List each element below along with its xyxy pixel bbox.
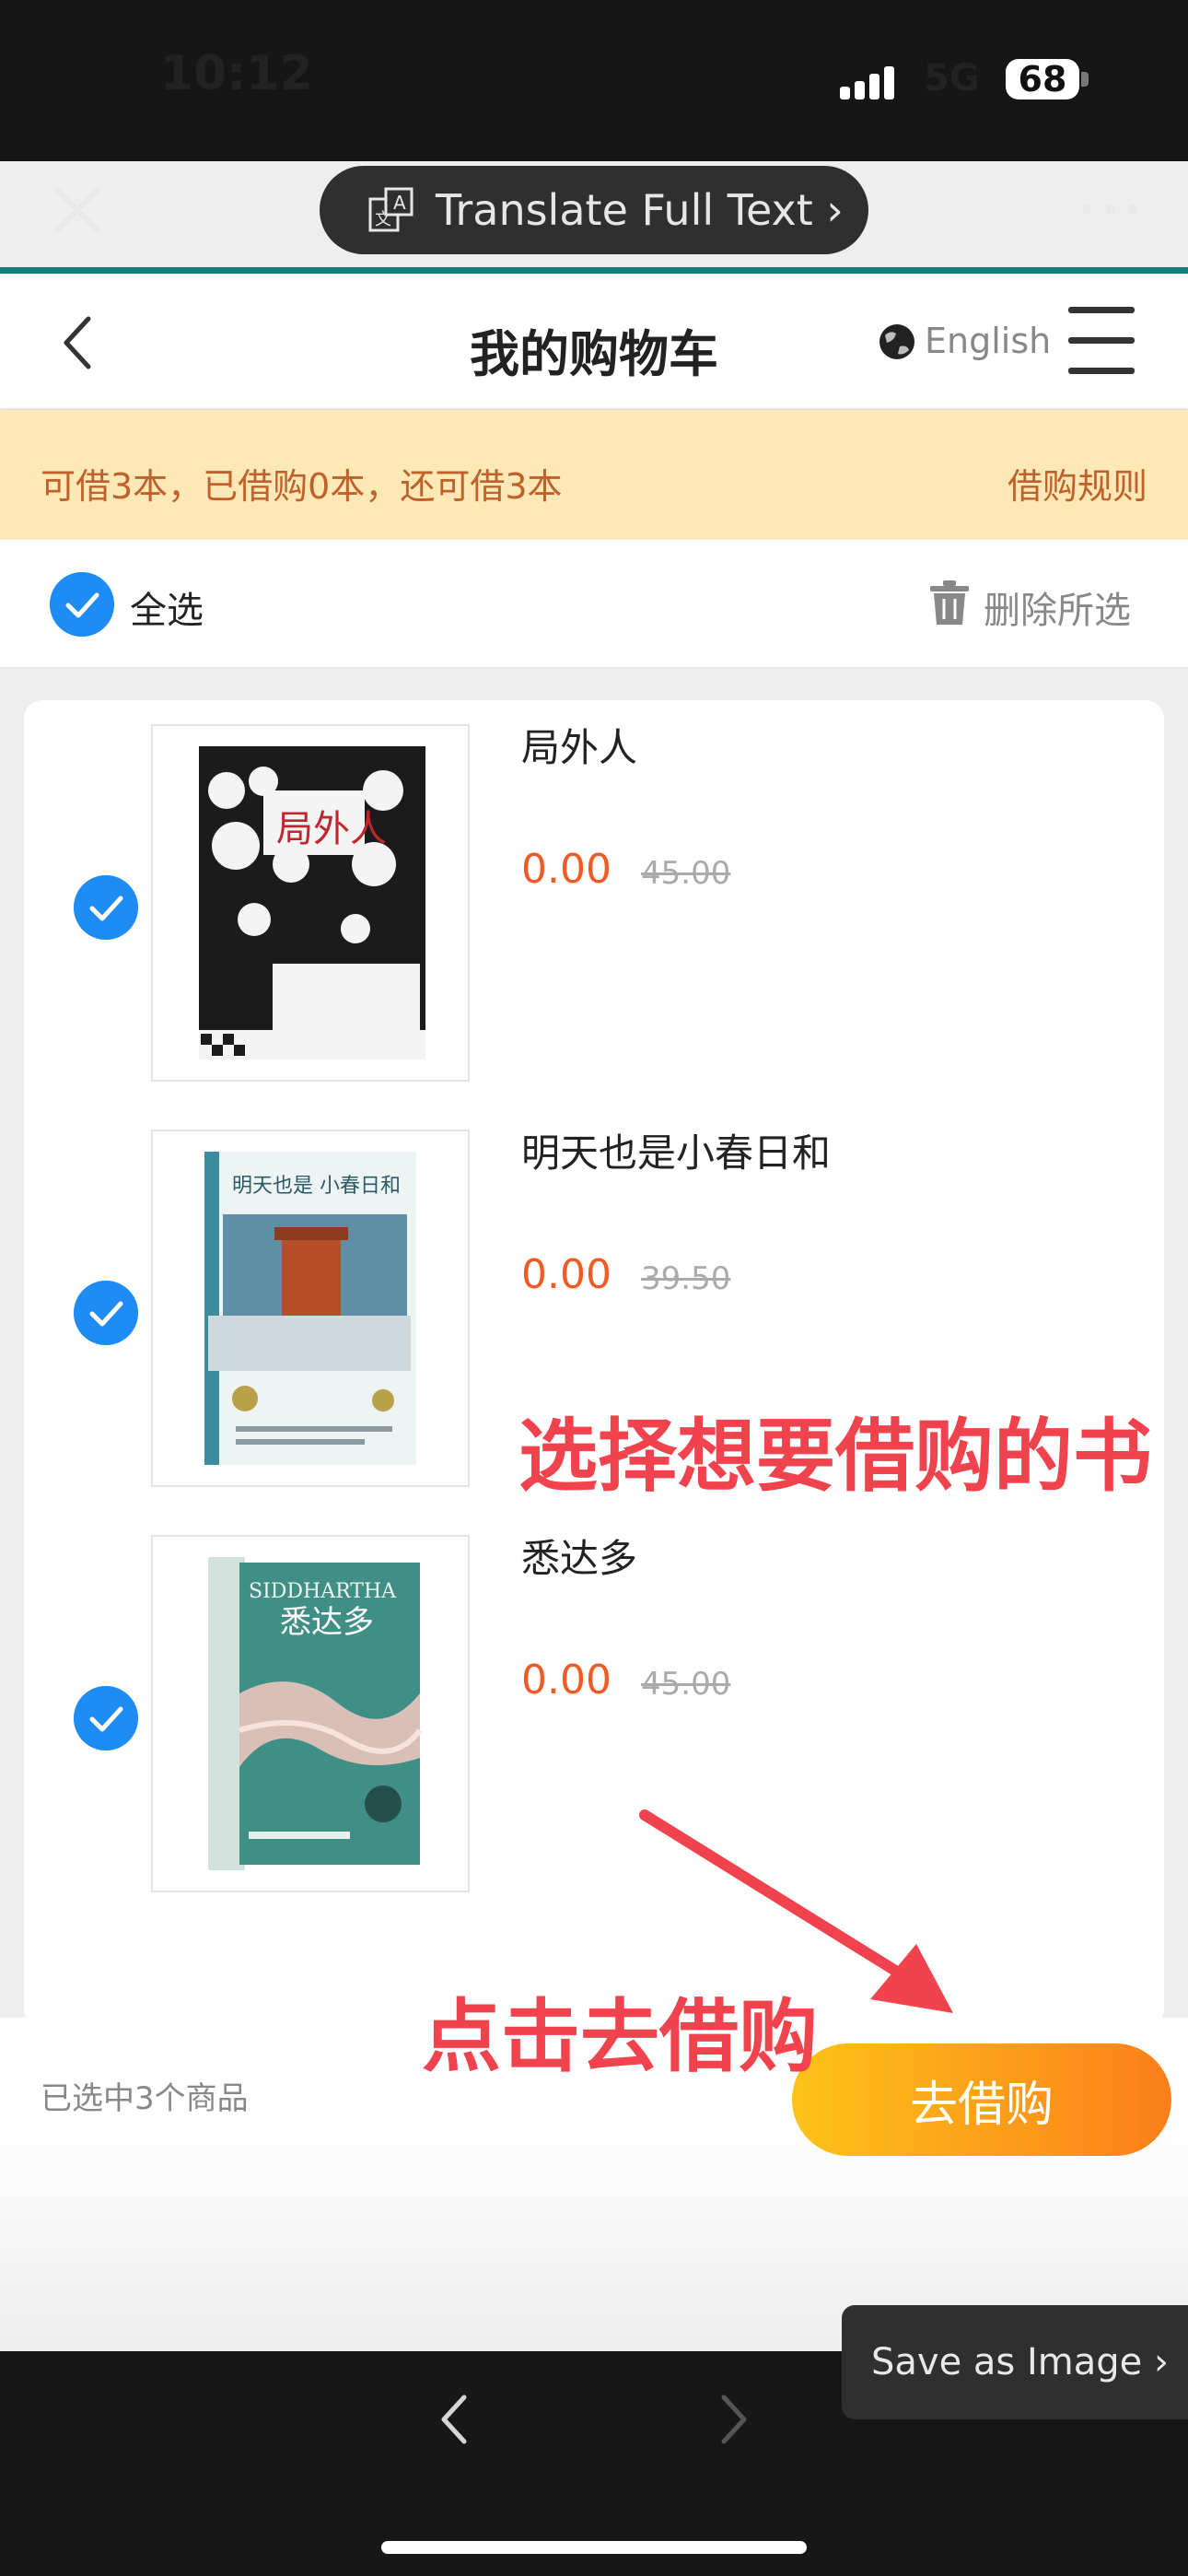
battery-tip bbox=[1081, 72, 1089, 87]
select-all-checkbox[interactable] bbox=[50, 572, 114, 637]
book-title[interactable]: 悉达多 bbox=[521, 1528, 637, 1584]
svg-text:明天也是 小春日和: 明天也是 小春日和 bbox=[232, 1175, 401, 1198]
translate-label: Translate Full Text › bbox=[436, 185, 844, 235]
save-as-image-button[interactable]: Save as Image › bbox=[842, 2305, 1188, 2419]
book-title[interactable]: 明天也是小春日和 bbox=[521, 1122, 831, 1178]
annotation-click-checkout: 点击去借购 bbox=[422, 1991, 818, 2083]
book-price: 0.00 bbox=[521, 1657, 611, 1704]
svg-text:A: A bbox=[393, 192, 406, 214]
trash-icon[interactable] bbox=[928, 580, 971, 626]
cart-item[interactable]: SIDDHARTHA 悉达多 悉达多 0.00 45.00 bbox=[24, 1511, 1164, 1916]
browser-forward-icon[interactable] bbox=[718, 2392, 751, 2447]
cart-item[interactable]: 局外人 局外人 0.00 45.00 bbox=[24, 700, 1164, 1106]
selected-count: 已选中3个商品 bbox=[41, 2080, 249, 2117]
status-time: 10:12 bbox=[160, 46, 313, 101]
annotation-choose-books: 选择想要借购的书 bbox=[518, 1411, 1152, 1503]
book-price: 0.00 bbox=[521, 846, 611, 893]
svg-text:文: 文 bbox=[375, 210, 391, 229]
translate-full-text-button[interactable]: A 文 Translate Full Text › bbox=[320, 166, 868, 254]
page-accent-line bbox=[0, 267, 1188, 274]
borrow-rules-link[interactable]: 借购规则 bbox=[1007, 458, 1147, 509]
delete-selected-button[interactable]: 删除所选 bbox=[984, 580, 1131, 634]
browser-back-icon[interactable] bbox=[437, 2392, 470, 2447]
item-checkbox[interactable] bbox=[74, 1281, 138, 1345]
select-all-label[interactable]: 全选 bbox=[130, 580, 204, 634]
svg-text:悉达多: 悉达多 bbox=[280, 1604, 374, 1641]
home-indicator bbox=[381, 2541, 807, 2554]
item-checkbox[interactable] bbox=[74, 875, 138, 940]
network-type: 5G bbox=[924, 57, 980, 100]
cart-list: 局外人 局外人 0.00 45.00 明天也是 小春日和 明天也是小春日和 0.… bbox=[24, 700, 1164, 2027]
book-cover-image[interactable]: 局外人 bbox=[151, 724, 470, 1082]
close-icon[interactable] bbox=[48, 181, 107, 240]
language-switch[interactable]: English bbox=[925, 321, 1051, 361]
book-cover-image[interactable]: SIDDHARTHA 悉达多 bbox=[151, 1535, 470, 1892]
translate-icon: A 文 bbox=[368, 187, 413, 232]
item-checkbox[interactable] bbox=[74, 1686, 138, 1751]
globe-icon[interactable] bbox=[878, 322, 916, 361]
svg-text:局外人: 局外人 bbox=[276, 808, 387, 850]
borrow-quota-text: 可借3本，已借购0本，还可借3本 bbox=[41, 466, 563, 507]
svg-text:SIDDHARTHA: SIDDHARTHA bbox=[249, 1580, 397, 1603]
book-cover-image[interactable]: 明天也是 小春日和 bbox=[151, 1130, 470, 1487]
signal-icon bbox=[840, 63, 904, 100]
checkout-button[interactable]: 去借购 bbox=[792, 2043, 1171, 2156]
more-options-icon[interactable] bbox=[1077, 200, 1142, 218]
book-title[interactable]: 局外人 bbox=[521, 717, 637, 773]
menu-icon[interactable] bbox=[1068, 307, 1135, 375]
book-original-price: 45.00 bbox=[641, 855, 731, 892]
battery-icon: 68 bbox=[1006, 59, 1079, 100]
book-original-price: 39.50 bbox=[641, 1260, 731, 1297]
book-original-price: 45.00 bbox=[641, 1666, 731, 1703]
book-price: 0.00 bbox=[521, 1251, 611, 1298]
